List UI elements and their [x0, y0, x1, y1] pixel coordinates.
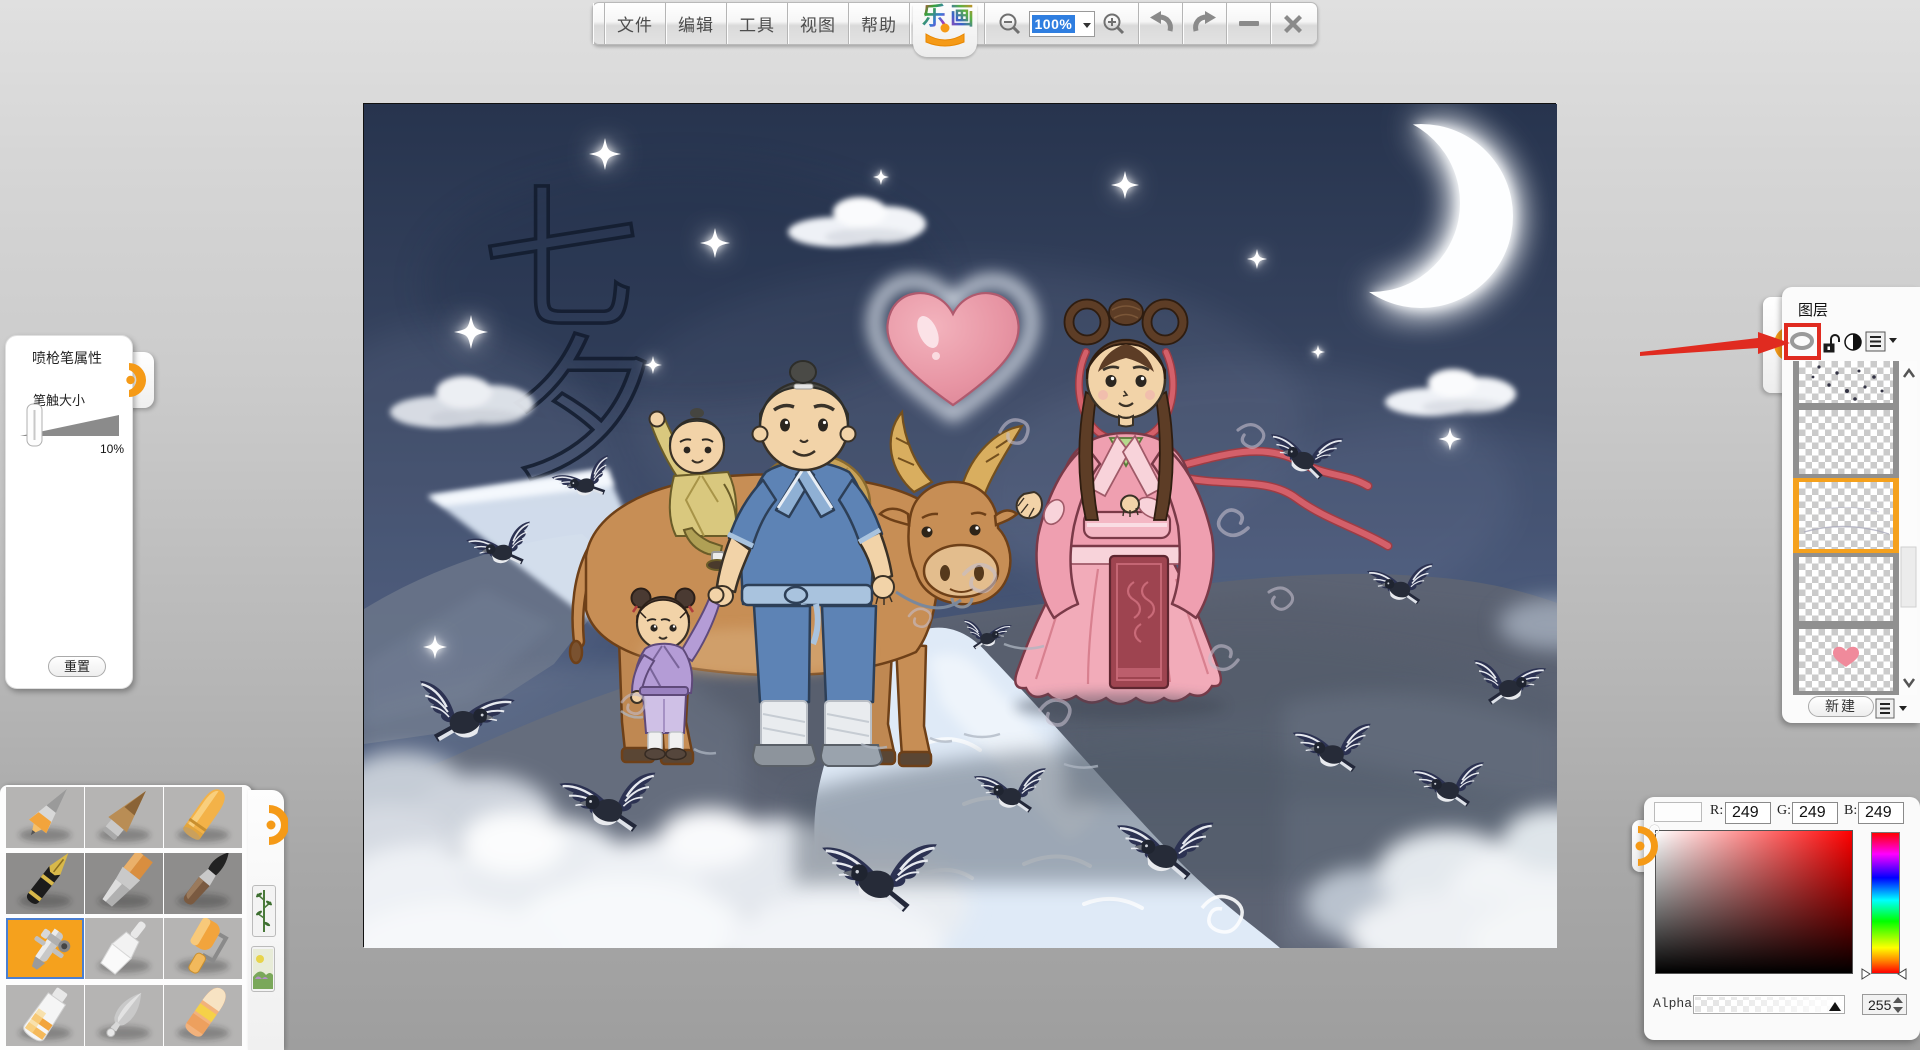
svg-text:七: 七	[482, 176, 640, 351]
svg-text:画: 画	[950, 3, 974, 30]
